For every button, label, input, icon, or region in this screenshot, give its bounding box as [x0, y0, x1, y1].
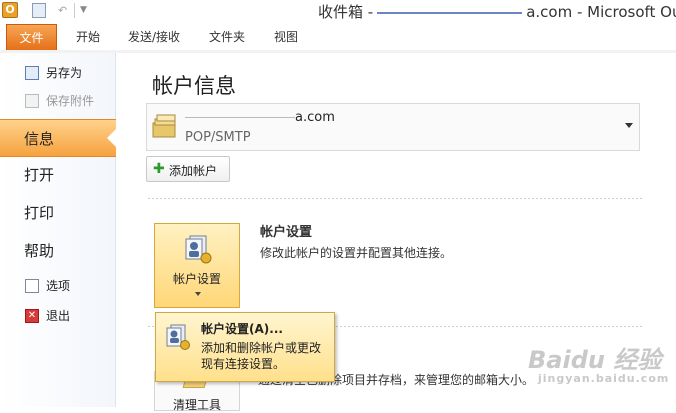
account-settings-menu-item[interactable]: 帐户设置(A)... 添加和删除帐户或更改现有连接设置。 — [155, 312, 335, 382]
nav-options[interactable]: 选项 — [0, 276, 116, 296]
nav-open-label: 打开 — [24, 166, 55, 184]
nav-exit[interactable]: ✕ 退出 — [0, 306, 116, 326]
page-title: 帐户信息 — [152, 74, 236, 98]
account-type: POP/SMTP — [185, 130, 251, 145]
baidu-watermark: Baidu 经验 jingyan.baidu.com — [528, 340, 668, 396]
options-icon — [25, 279, 39, 293]
nav-help[interactable]: 帮助 — [0, 232, 116, 270]
add-account-button[interactable]: ✚ 添加帐户 — [146, 156, 230, 182]
account-settings-button[interactable]: 帐户设置 — [154, 223, 240, 308]
customize-quick-access-icon[interactable]: ▼ — [80, 3, 87, 18]
account-settings-button-label: 帐户设置 — [172, 272, 221, 286]
menu-item-description: 添加和删除帐户或更改现有连接设置。 — [201, 341, 322, 371]
chevron-down-icon[interactable] — [625, 123, 633, 128]
mail-account-icon — [152, 114, 176, 138]
exit-icon: ✕ — [25, 309, 39, 323]
section-divider — [148, 198, 644, 199]
account-settings-title: 帐户设置 — [260, 225, 313, 240]
window-title-prefix: 收件箱 - — [318, 3, 374, 21]
title-bar: O ↶ ▼ 收件箱 - a.com - Microsoft Outlo — [0, 0, 676, 22]
account-email: a.com — [185, 110, 335, 125]
redacted-email — [377, 11, 523, 14]
watermark-logo: Baidu 经验 — [528, 346, 662, 374]
quick-access-separator — [74, 3, 75, 18]
tab-folder[interactable]: 文件夹 — [209, 24, 245, 50]
nav-save-as[interactable]: 另存为 — [0, 63, 116, 83]
dropdown-arrow-icon — [195, 292, 201, 296]
nav-info-label: 信息 — [24, 130, 55, 148]
ribbon-tabs: 文件 开始 发送/接收 文件夹 视图 — [0, 24, 676, 53]
save-as-icon — [25, 66, 39, 80]
nav-print-label: 打印 — [24, 204, 55, 222]
nav-print[interactable]: 打印 — [0, 194, 116, 232]
plus-icon: ✚ — [153, 161, 165, 177]
nav-info[interactable]: 信息 — [0, 119, 117, 157]
nav-options-label: 选项 — [46, 279, 71, 293]
tab-view[interactable]: 视图 — [274, 24, 298, 50]
account-email-suffix: a.com — [295, 110, 335, 125]
watermark-url: jingyan.baidu.com — [538, 372, 670, 385]
nav-help-label: 帮助 — [24, 242, 55, 260]
add-account-label: 添加帐户 — [169, 164, 218, 178]
cleanup-tools-label: 清理工具 — [172, 398, 221, 412]
nav-save-attachments-label: 保存附件 — [46, 94, 95, 108]
account-selector[interactable]: a.com POP/SMTP — [146, 103, 640, 151]
undo-icon[interactable]: ↶ — [58, 3, 67, 18]
backstage-nav: 另存为 保存附件 信息 打开 打印 帮助 选项 ✕ 退出 — [0, 53, 117, 407]
account-settings-icon — [185, 235, 212, 264]
tab-home[interactable]: 开始 — [76, 24, 100, 50]
nav-exit-label: 退出 — [46, 309, 71, 323]
account-settings-description: 修改此帐户的设置并配置其他连接。 — [260, 246, 453, 260]
window-title: 收件箱 - a.com - Microsoft Outlo — [318, 1, 676, 22]
menu-item-title: 帐户设置(A)... — [201, 322, 283, 336]
nav-save-attachments: 保存附件 — [0, 91, 116, 111]
nav-save-as-label: 另存为 — [46, 66, 83, 80]
tab-send-receive[interactable]: 发送/接收 — [128, 24, 180, 50]
tab-file[interactable]: 文件 — [6, 24, 57, 50]
window-title-suffix: a.com - Microsoft Outlo — [526, 3, 676, 21]
account-settings-icon — [166, 324, 190, 350]
save-icon[interactable] — [32, 3, 46, 18]
save-attachments-icon — [25, 94, 39, 108]
nav-open[interactable]: 打开 — [0, 156, 116, 194]
redacted-email-field — [185, 117, 295, 118]
outlook-app-icon[interactable]: O — [2, 2, 18, 18]
